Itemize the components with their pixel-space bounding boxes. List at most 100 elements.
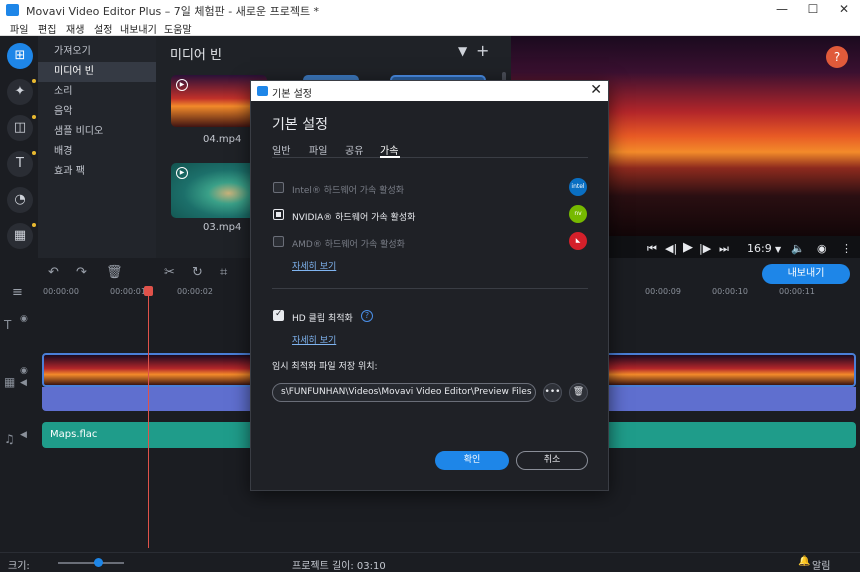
dialog-heading: 기본 설정 [272,117,328,133]
delete-icon[interactable]: 🗑 [569,383,588,402]
details-link[interactable]: 자세히 보기 [292,333,336,346]
crop-icon[interactable]: ⌗ [220,265,227,280]
section-divider [272,288,588,289]
snapshot-icon[interactable]: ◉ [817,242,827,255]
titles-tool-icon[interactable]: T [7,151,36,177]
music-track-icon: ♫ [4,432,15,446]
rotate-icon[interactable]: ↻ [192,265,203,280]
window-title: Movavi Video Editor Plus – 7일 체험판 - 새로운 … [26,5,320,18]
ruler-tick: 00:00:02 [177,287,213,296]
visibility-icon[interactable]: ◉ [20,314,28,324]
path-field[interactable]: s\FUNFUNHAN\Videos\Movavi Video Editor\P… [272,383,536,402]
redo-icon[interactable]: ↷ [76,265,87,280]
export-button[interactable]: 내보내기 [762,264,850,284]
tab-acceleration[interactable]: 가속 [380,142,398,157]
skip-start-icon[interactable]: ⏮ [647,242,657,256]
ok-button[interactable]: 확인 [435,451,509,470]
prev-frame-icon[interactable]: ◀| [665,242,677,255]
dialog-title-bar: 기본 설정 ✕ [251,81,608,101]
menu-export[interactable]: 내보내기 [120,21,157,36]
sidebar-item-sample-video[interactable]: 샘플 비디오 [38,122,156,142]
notifications-label[interactable]: 알림 [812,557,830,572]
browse-icon[interactable]: ••• [543,383,562,402]
sidebar-item-import[interactable]: 가져오기 [38,42,156,62]
play-icon: ▶ [176,167,188,179]
tab-files[interactable]: 파일 [309,142,327,157]
music-clip-label: Maps.flac [50,429,98,440]
filters-tool-icon[interactable]: ✦ [7,79,36,105]
tab-divider [272,157,588,158]
title-bar: Movavi Video Editor Plus – 7일 체험판 - 새로운 … [0,0,860,20]
tab-general[interactable]: 일반 [272,142,290,157]
transitions-tool-icon[interactable]: ◫ [7,115,36,141]
sidebar-item-backgrounds[interactable]: 배경 [38,142,156,162]
add-track-icon[interactable]: ≡ [12,285,23,300]
import-tool-icon[interactable]: ⊞ [7,43,33,69]
menu-bar: 파일 편집 재생 설정 내보내기 도움말 [0,20,860,36]
media-bin-title: 미디어 빈 [170,48,222,63]
amd-acceleration-checkbox[interactable] [273,236,284,247]
help-icon[interactable]: ? [826,46,848,68]
intel-acceleration-checkbox[interactable] [273,182,284,193]
aspect-ratio-select[interactable]: 16:9 [747,242,772,255]
nvidia-acceleration-label: NVIDIA® 하드웨어 가속 활성화 [292,213,416,223]
zoom-slider[interactable] [58,562,124,564]
intel-logo-icon: intel [569,178,587,196]
more-options-icon[interactable]: ⋮ [841,242,852,255]
menu-settings[interactable]: 설정 [94,21,112,36]
skip-end-icon[interactable]: ⏭ [719,242,729,256]
visibility-icon[interactable]: ◉ [20,366,28,376]
sidebar-item-sounds[interactable]: 소리 [38,82,156,102]
dialog-title: 기본 설정 [272,89,312,100]
info-icon[interactable]: ? [361,310,373,322]
sidebar: 가져오기 미디어 빈 소리 음악 샘플 비디오 배경 효과 팩 [38,36,156,258]
status-bar: 크기: 프로젝트 길이: 03:10 🔔 알림 [0,552,860,572]
volume-icon[interactable]: ◀ [20,430,27,440]
playhead[interactable] [144,286,153,548]
next-frame-icon[interactable]: |▶ [699,242,711,255]
amd-acceleration-label: AMD® 하드웨어 가속 활성화 [292,240,405,250]
media-filename: 03.mp4 [203,222,242,233]
zoom-slider-handle[interactable] [94,558,103,567]
ruler-tick: 00:00:10 [712,287,748,296]
undo-icon[interactable]: ↶ [48,265,59,280]
chevron-down-icon[interactable]: ▼ [775,245,781,254]
dialog-close-icon[interactable]: ✕ [590,82,602,98]
path-label: 임시 최적화 파일 저장 위치: [272,362,378,372]
tab-share[interactable]: 공유 [345,142,363,157]
menu-edit[interactable]: 편집 [38,21,56,36]
close-button[interactable]: ✕ [830,2,858,18]
menu-file[interactable]: 파일 [10,21,28,36]
menu-help[interactable]: 도움말 [164,21,192,36]
filter-icon[interactable]: ▼ [458,44,467,58]
bell-icon[interactable]: 🔔 [798,556,810,567]
add-icon[interactable]: + [476,41,489,60]
play-button-icon[interactable]: ▶ [683,240,693,255]
maximize-button[interactable]: ☐ [799,2,827,18]
minimize-button[interactable]: — [768,2,796,18]
more-tools-icon[interactable]: ▦ [7,223,36,249]
sidebar-item-media-bin[interactable]: 미디어 빈 [38,62,156,82]
ruler-tick: 00:00:09 [645,287,681,296]
sidebar-item-music[interactable]: 음악 [38,102,156,122]
title-track-icon: T [4,318,12,332]
hd-optimize-checkbox[interactable] [273,309,284,321]
amd-logo-icon: ◣ [569,232,587,250]
volume-icon[interactable]: 🔈 [791,242,805,255]
play-icon: ▶ [176,79,188,91]
ruler-tick: 00:00:11 [779,287,815,296]
video-track-icon: ▦ [4,375,16,389]
preferences-dialog: 기본 설정 ✕ 기본 설정 일반 파일 공유 가속 Intel® 하드웨어 가속… [250,80,609,491]
menu-play[interactable]: 재생 [66,21,84,36]
hd-optimize-label: HD 클립 최적화 [292,314,353,324]
intel-acceleration-label: Intel® 하드웨어 가속 활성화 [292,186,405,196]
cancel-button[interactable]: 취소 [516,451,588,470]
cut-icon[interactable]: ✂ [164,265,175,280]
sidebar-item-effect-packs[interactable]: 효과 팩 [38,162,156,182]
details-link[interactable]: 자세히 보기 [292,259,336,272]
active-tab-indicator [380,156,400,158]
stickers-tool-icon[interactable]: ◔ [7,187,33,213]
delete-icon[interactable]: 🗑 [106,265,123,280]
volume-icon[interactable]: ◀ [20,378,27,388]
nvidia-acceleration-checkbox[interactable] [273,209,284,220]
